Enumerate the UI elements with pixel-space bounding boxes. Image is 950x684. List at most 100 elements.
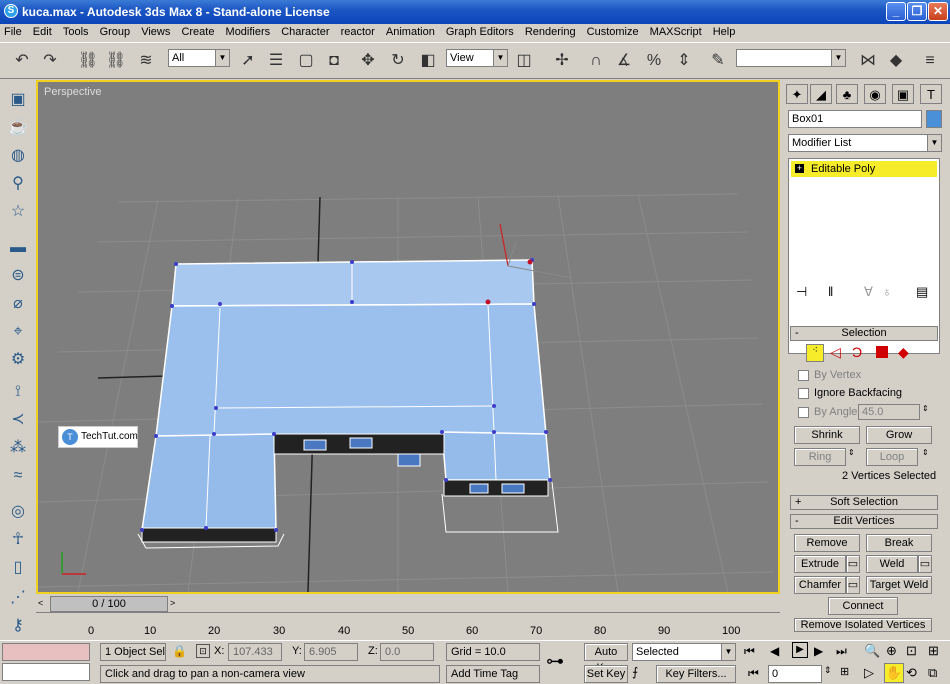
manipulate-icon[interactable]: ✢ — [550, 49, 574, 73]
zoom-extents-icon[interactable]: ⊡ — [906, 643, 917, 659]
z-coordinate-field[interactable]: 0.0 — [380, 643, 434, 661]
panel-icon[interactable]: ▬ — [6, 236, 30, 260]
current-frame-field[interactable]: 0 — [768, 665, 822, 683]
layer-manager-icon[interactable]: ≡ — [918, 49, 942, 73]
key-mode-toggle-icon[interactable]: ⏮ — [748, 666, 759, 681]
menu-rendering[interactable]: Rendering — [521, 24, 580, 38]
gizmo-icon[interactable]: ⚙ — [6, 348, 30, 372]
lock-selection-icon[interactable]: 🔒 — [172, 644, 187, 658]
chevron-right-icon[interactable]: > — [170, 598, 175, 608]
maxscript-listener-pink[interactable] — [2, 643, 90, 661]
absolute-mode-icon[interactable]: ⊡ — [196, 644, 210, 658]
element-mode-icon[interactable]: ◆ — [898, 344, 909, 361]
menu-customize[interactable]: Customize — [583, 24, 643, 38]
shrink-button[interactable]: Shrink — [794, 426, 860, 444]
auto-key-button[interactable]: Auto Key — [584, 643, 628, 674]
chamfer-settings-icon[interactable]: ▭ — [846, 576, 860, 594]
zoom-all-icon[interactable]: ⊕ — [886, 643, 897, 659]
pin-stack-icon[interactable]: ⊣ — [796, 284, 807, 300]
mirror-icon[interactable]: ⋈ — [856, 49, 880, 73]
spinner-arrows-icon[interactable]: ⇕ — [922, 404, 929, 413]
configure-sets-icon[interactable]: ▤ — [916, 284, 928, 300]
border-mode-icon[interactable]: Ɔ — [852, 344, 862, 360]
dynamics-icon[interactable]: ⋰ — [6, 586, 30, 610]
field-of-view-icon[interactable]: ▷ — [864, 665, 874, 681]
extrude-settings-icon[interactable]: ▭ — [846, 555, 860, 573]
menu-group[interactable]: Group — [96, 24, 135, 38]
by-vertex-checkbox[interactable] — [798, 370, 809, 381]
maximize-button[interactable]: ❐ — [907, 2, 927, 21]
ring-button[interactable]: Ring — [794, 448, 846, 466]
align-icon[interactable]: ◆ — [884, 49, 908, 73]
by-angle-checkbox[interactable] — [798, 407, 809, 418]
weld-settings-icon[interactable]: ▭ — [918, 555, 932, 573]
arc-rotate-icon[interactable]: ⟲ — [906, 665, 917, 681]
menu-views[interactable]: Views — [137, 24, 174, 38]
motion-tab-icon[interactable]: ◉ — [864, 84, 886, 104]
make-unique-icon[interactable]: ∀ — [864, 284, 873, 300]
loop-button[interactable]: Loop — [866, 448, 918, 466]
light-icon[interactable]: ⚲ — [6, 172, 30, 196]
menu-maxscript[interactable]: MAXScript — [646, 24, 706, 38]
menu-modifiers[interactable]: Modifiers — [222, 24, 275, 38]
selection-rollout-header[interactable]: - Selection — [790, 326, 938, 341]
menu-tools[interactable]: Tools — [59, 24, 93, 38]
ring-spinner-icon[interactable]: ⇕ — [848, 448, 855, 457]
cylinder-icon[interactable]: ▯ — [6, 556, 30, 580]
box-icon[interactable]: ▣ — [6, 88, 30, 112]
magnet-icon[interactable]: ⌖ — [6, 320, 30, 344]
rotate-icon[interactable]: ↻ — [386, 49, 410, 73]
rect-selection-icon[interactable]: ▢ — [294, 49, 318, 73]
spinner-snap-icon[interactable]: ⇕ — [672, 49, 696, 73]
show-end-result-icon[interactable]: ‖ — [828, 284, 833, 299]
select-object-icon[interactable]: ➚ — [236, 49, 260, 73]
zoom-icon[interactable]: 🔍 — [864, 643, 880, 659]
utilities-tab-icon[interactable]: T — [920, 84, 942, 104]
display-tab-icon[interactable]: ▣ — [892, 84, 914, 104]
helper-icon[interactable]: ⚷ — [6, 614, 30, 638]
undo-icon[interactable]: ↶ — [10, 49, 34, 73]
wave-icon[interactable]: ≈ — [6, 464, 30, 488]
bind-space-warp-icon[interactable]: ≋ — [134, 49, 158, 73]
menu-edit[interactable]: Edit — [29, 24, 56, 38]
chamfer-button[interactable]: Chamfer — [794, 576, 846, 594]
pan-icon[interactable]: ✋ — [884, 663, 904, 683]
particles-icon[interactable]: ⁂ — [6, 436, 30, 460]
perspective-viewport[interactable]: Perspective T TechTut.com — [36, 80, 780, 594]
zoom-extents-all-icon[interactable]: ⊞ — [928, 643, 939, 659]
menu-reactor[interactable]: reactor — [337, 24, 379, 38]
frame-spinner-icon[interactable]: ⇕ — [824, 665, 832, 676]
angle-spinner[interactable]: 45.0 — [858, 404, 920, 420]
menu-help[interactable]: Help — [709, 24, 740, 38]
key-filters-button[interactable]: Key Filters... — [656, 665, 736, 683]
move-icon[interactable]: ✥ — [356, 49, 380, 73]
scale-icon[interactable]: ◧ — [416, 49, 440, 73]
bone-icon[interactable]: ⟟ — [6, 380, 30, 404]
key-mode-dropdown[interactable]: Selected ▼ — [632, 643, 736, 661]
time-slider[interactable]: < 0 / 100 > — [36, 596, 780, 612]
soft-selection-rollout-header[interactable]: + Soft Selection — [790, 495, 938, 510]
tube-icon[interactable]: ⌀ — [6, 292, 30, 316]
maximize-viewport-icon[interactable]: ⧉ — [928, 665, 937, 681]
star-icon[interactable]: ☆ — [6, 200, 30, 224]
edit-named-selection-icon[interactable]: ✎ — [706, 49, 730, 73]
hierarchy-tab-icon[interactable]: ♣ — [836, 84, 858, 104]
menu-animation[interactable]: Animation — [382, 24, 439, 38]
menu-file[interactable]: File — [0, 24, 26, 38]
minimize-button[interactable]: _ — [886, 2, 906, 21]
go-to-start-icon[interactable]: ⏮ — [744, 644, 755, 659]
bird-icon[interactable]: ≺ — [6, 408, 30, 432]
weld-button[interactable]: Weld — [866, 555, 918, 573]
named-selection-dropdown[interactable]: ▼ — [736, 49, 846, 67]
unlink-icon[interactable]: ⛓ — [104, 49, 128, 73]
torus-icon[interactable]: ◎ — [6, 500, 30, 524]
close-button[interactable]: ✕ — [928, 2, 948, 21]
object-color-swatch[interactable] — [926, 110, 942, 128]
loop-spinner-icon[interactable]: ⇕ — [922, 448, 929, 457]
time-config-icon[interactable]: ⊞ — [840, 665, 849, 678]
modifier-stack[interactable]: + Editable Poly — [788, 158, 940, 354]
edge-mode-icon[interactable]: ◁ — [830, 344, 841, 361]
menu-graph-editors[interactable]: Graph Editors — [442, 24, 518, 38]
snap-3d-icon[interactable]: ∩ — [584, 49, 608, 73]
pivot-center-icon[interactable]: ◫ — [512, 49, 536, 73]
